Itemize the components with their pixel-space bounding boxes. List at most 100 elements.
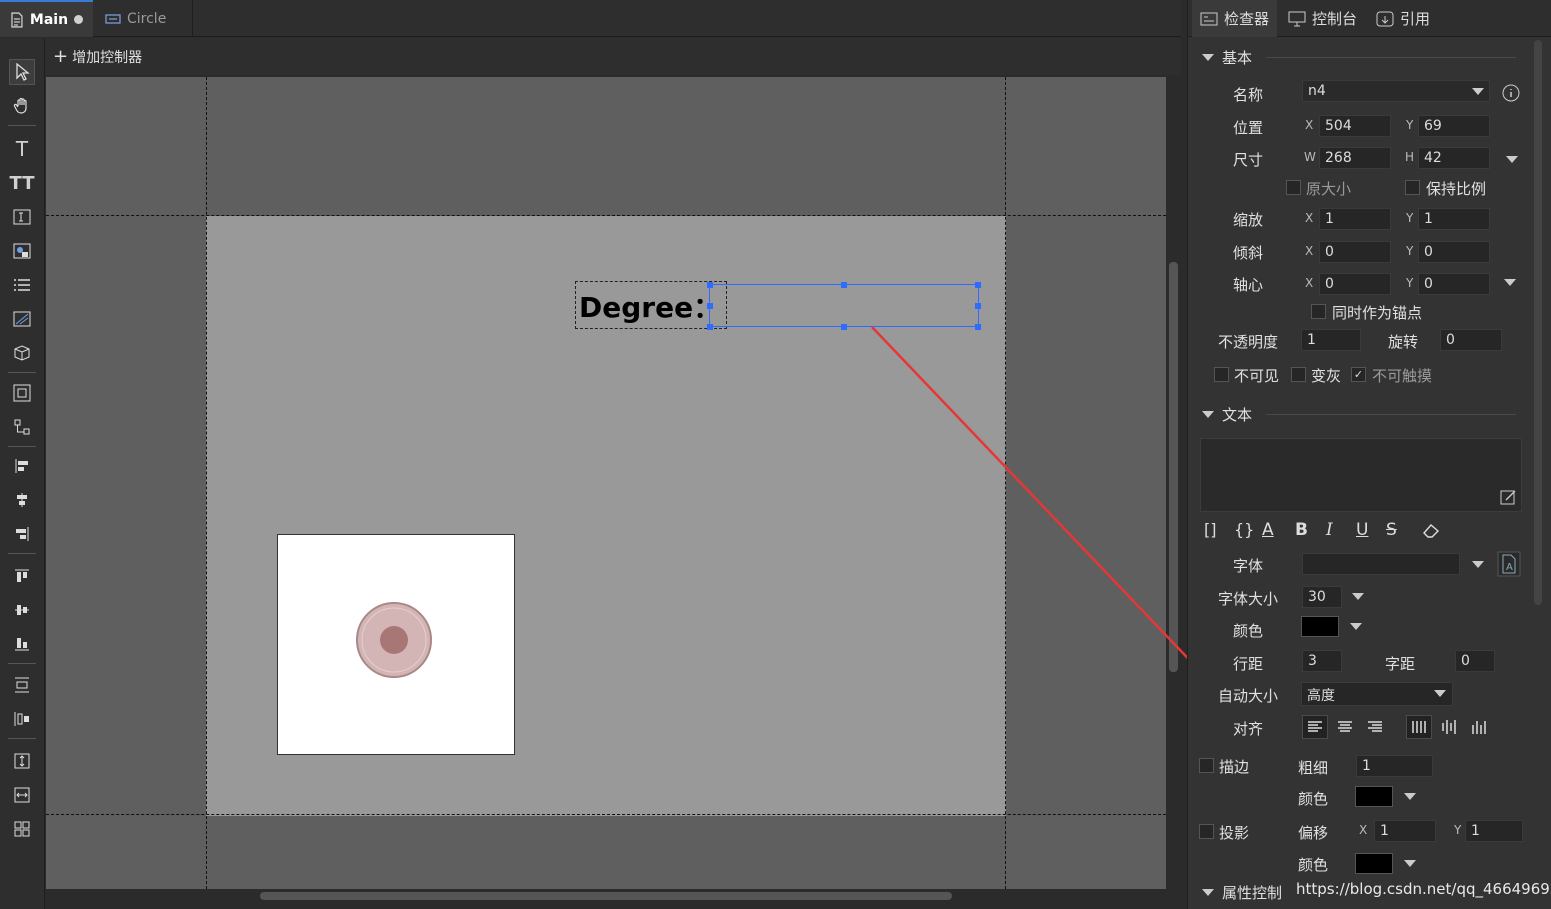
chevron-down-icon[interactable]	[1472, 561, 1484, 568]
stroke-checkbox[interactable]	[1199, 758, 1214, 773]
chevron-down-icon[interactable]	[1350, 623, 1362, 630]
skew-x-input[interactable]: 0	[1319, 241, 1391, 263]
align-top-icon[interactable]	[9, 563, 35, 589]
distribute-horizontal-icon[interactable]	[9, 706, 35, 732]
circle-component[interactable]	[277, 534, 515, 755]
hand-tool-icon[interactable]	[9, 93, 35, 119]
offset-y-input[interactable]: 1	[1465, 820, 1523, 842]
edit-icon[interactable]	[1500, 489, 1517, 506]
chevron-down-icon[interactable]	[1504, 279, 1516, 286]
line-spacing-input[interactable]: 3	[1302, 650, 1342, 672]
offset-x-input[interactable]: 1	[1374, 820, 1436, 842]
name-select[interactable]: n4	[1302, 80, 1490, 102]
font-size-input[interactable]: 30	[1302, 586, 1342, 608]
component-tool-icon[interactable]	[9, 414, 35, 440]
align-center-button[interactable]	[1332, 715, 1358, 739]
same-width-icon[interactable]	[9, 782, 35, 808]
invisible-checkbox[interactable]	[1214, 367, 1229, 382]
valign-top-button[interactable]	[1406, 715, 1432, 739]
valign-bottom-button[interactable]	[1466, 715, 1492, 739]
original-size-checkbox[interactable]	[1286, 180, 1301, 195]
canvas-vertical-scrollbar[interactable]	[1166, 77, 1181, 889]
scale-x-input[interactable]: 1	[1319, 208, 1391, 230]
same-height-icon[interactable]	[9, 748, 35, 774]
valign-middle-button[interactable]	[1436, 715, 1462, 739]
font-color-button[interactable]: A	[1262, 520, 1274, 540]
underline-button[interactable]: U	[1356, 520, 1368, 540]
tab-reference[interactable]: 引用	[1368, 0, 1438, 37]
tab-circle[interactable]: Circle	[95, 0, 193, 37]
font-resource-icon[interactable]: A	[1497, 551, 1521, 577]
height-input[interactable]: 42	[1418, 147, 1490, 169]
position-y-input[interactable]: 69	[1418, 115, 1490, 137]
strikethrough-button[interactable]: S	[1386, 520, 1397, 540]
width-input[interactable]: 268	[1319, 147, 1391, 169]
resize-handle[interactable]	[707, 282, 713, 288]
resize-handle[interactable]	[841, 282, 847, 288]
list-tool-icon[interactable]	[9, 272, 35, 298]
tab-inspector[interactable]: 检查器	[1192, 0, 1278, 37]
text-color-swatch[interactable]	[1301, 616, 1339, 637]
letter-spacing-input[interactable]: 0	[1455, 650, 1495, 672]
rich-text-tool-icon[interactable]: TT	[9, 170, 35, 196]
section-basic-header[interactable]: 基本	[1202, 47, 1517, 68]
position-x-input[interactable]: 504	[1319, 115, 1391, 137]
degree-text-box[interactable]: Degree：	[575, 281, 727, 329]
chevron-down-icon[interactable]	[1404, 860, 1416, 867]
distribute-vertical-icon[interactable]	[9, 672, 35, 698]
ubb-button[interactable]: []	[1204, 520, 1216, 539]
template-button[interactable]: {}	[1234, 520, 1254, 539]
resize-handle[interactable]	[707, 303, 713, 309]
3d-loader-tool-icon[interactable]	[9, 340, 35, 366]
resize-handle[interactable]	[975, 324, 981, 330]
chevron-down-icon[interactable]	[1404, 793, 1416, 800]
stroke-color-swatch[interactable]	[1355, 786, 1393, 807]
skew-y-input[interactable]: 0	[1418, 241, 1490, 263]
editor-canvas[interactable]: Degree：	[46, 77, 1166, 889]
add-controller-button[interactable]: + 增加控制器	[53, 46, 142, 67]
image-tool-icon[interactable]	[9, 238, 35, 264]
scale-y-input[interactable]: 1	[1418, 208, 1490, 230]
align-right-icon[interactable]	[9, 521, 35, 547]
align-center-icon[interactable]	[9, 487, 35, 513]
info-icon[interactable]	[1502, 84, 1520, 102]
align-bottom-icon[interactable]	[9, 631, 35, 657]
section-text-header[interactable]: 文本	[1202, 404, 1517, 425]
untouchable-checkbox[interactable]: ✓	[1351, 367, 1366, 382]
text-content-input[interactable]	[1200, 438, 1522, 512]
rotation-input[interactable]: 0	[1440, 329, 1502, 351]
align-left-button[interactable]	[1302, 715, 1328, 739]
tab-main[interactable]: Main	[0, 0, 93, 37]
grid-icon[interactable]	[9, 816, 35, 842]
shadow-checkbox[interactable]	[1199, 824, 1214, 839]
chevron-down-icon[interactable]	[1506, 156, 1518, 163]
italic-button[interactable]: I	[1326, 520, 1333, 540]
chevron-down-icon[interactable]	[1352, 593, 1364, 600]
shadow-color-swatch[interactable]	[1355, 853, 1393, 874]
tab-console[interactable]: 控制台	[1280, 0, 1365, 37]
selected-text-field[interactable]	[707, 282, 981, 330]
stroke-width-input[interactable]: 1	[1356, 755, 1433, 777]
eraser-icon[interactable]	[1421, 522, 1441, 538]
font-input[interactable]	[1302, 553, 1460, 575]
resize-handle[interactable]	[707, 324, 713, 330]
resize-handle[interactable]	[975, 282, 981, 288]
canvas-horizontal-scrollbar[interactable]	[46, 889, 1166, 903]
inspector-scrollbar[interactable]	[1534, 40, 1542, 605]
align-right-button[interactable]	[1362, 715, 1388, 739]
pointer-tool-icon[interactable]	[9, 59, 35, 85]
section-prop-control-header[interactable]: 属性控制	[1202, 882, 1282, 903]
auto-size-select[interactable]: 高度	[1301, 682, 1453, 706]
loader-tool-icon[interactable]	[9, 306, 35, 332]
keep-ratio-checkbox[interactable]	[1405, 180, 1420, 195]
graph-tool-icon[interactable]	[9, 380, 35, 406]
input-text-tool-icon[interactable]	[9, 204, 35, 230]
text-tool-icon[interactable]: T	[9, 136, 35, 162]
resize-handle[interactable]	[975, 303, 981, 309]
gray-checkbox[interactable]	[1291, 367, 1306, 382]
pivot-x-input[interactable]: 0	[1319, 273, 1391, 295]
opacity-input[interactable]: 1	[1301, 329, 1361, 351]
align-left-icon[interactable]	[9, 453, 35, 479]
align-middle-icon[interactable]	[9, 597, 35, 623]
pivot-y-input[interactable]: 0	[1418, 273, 1490, 295]
